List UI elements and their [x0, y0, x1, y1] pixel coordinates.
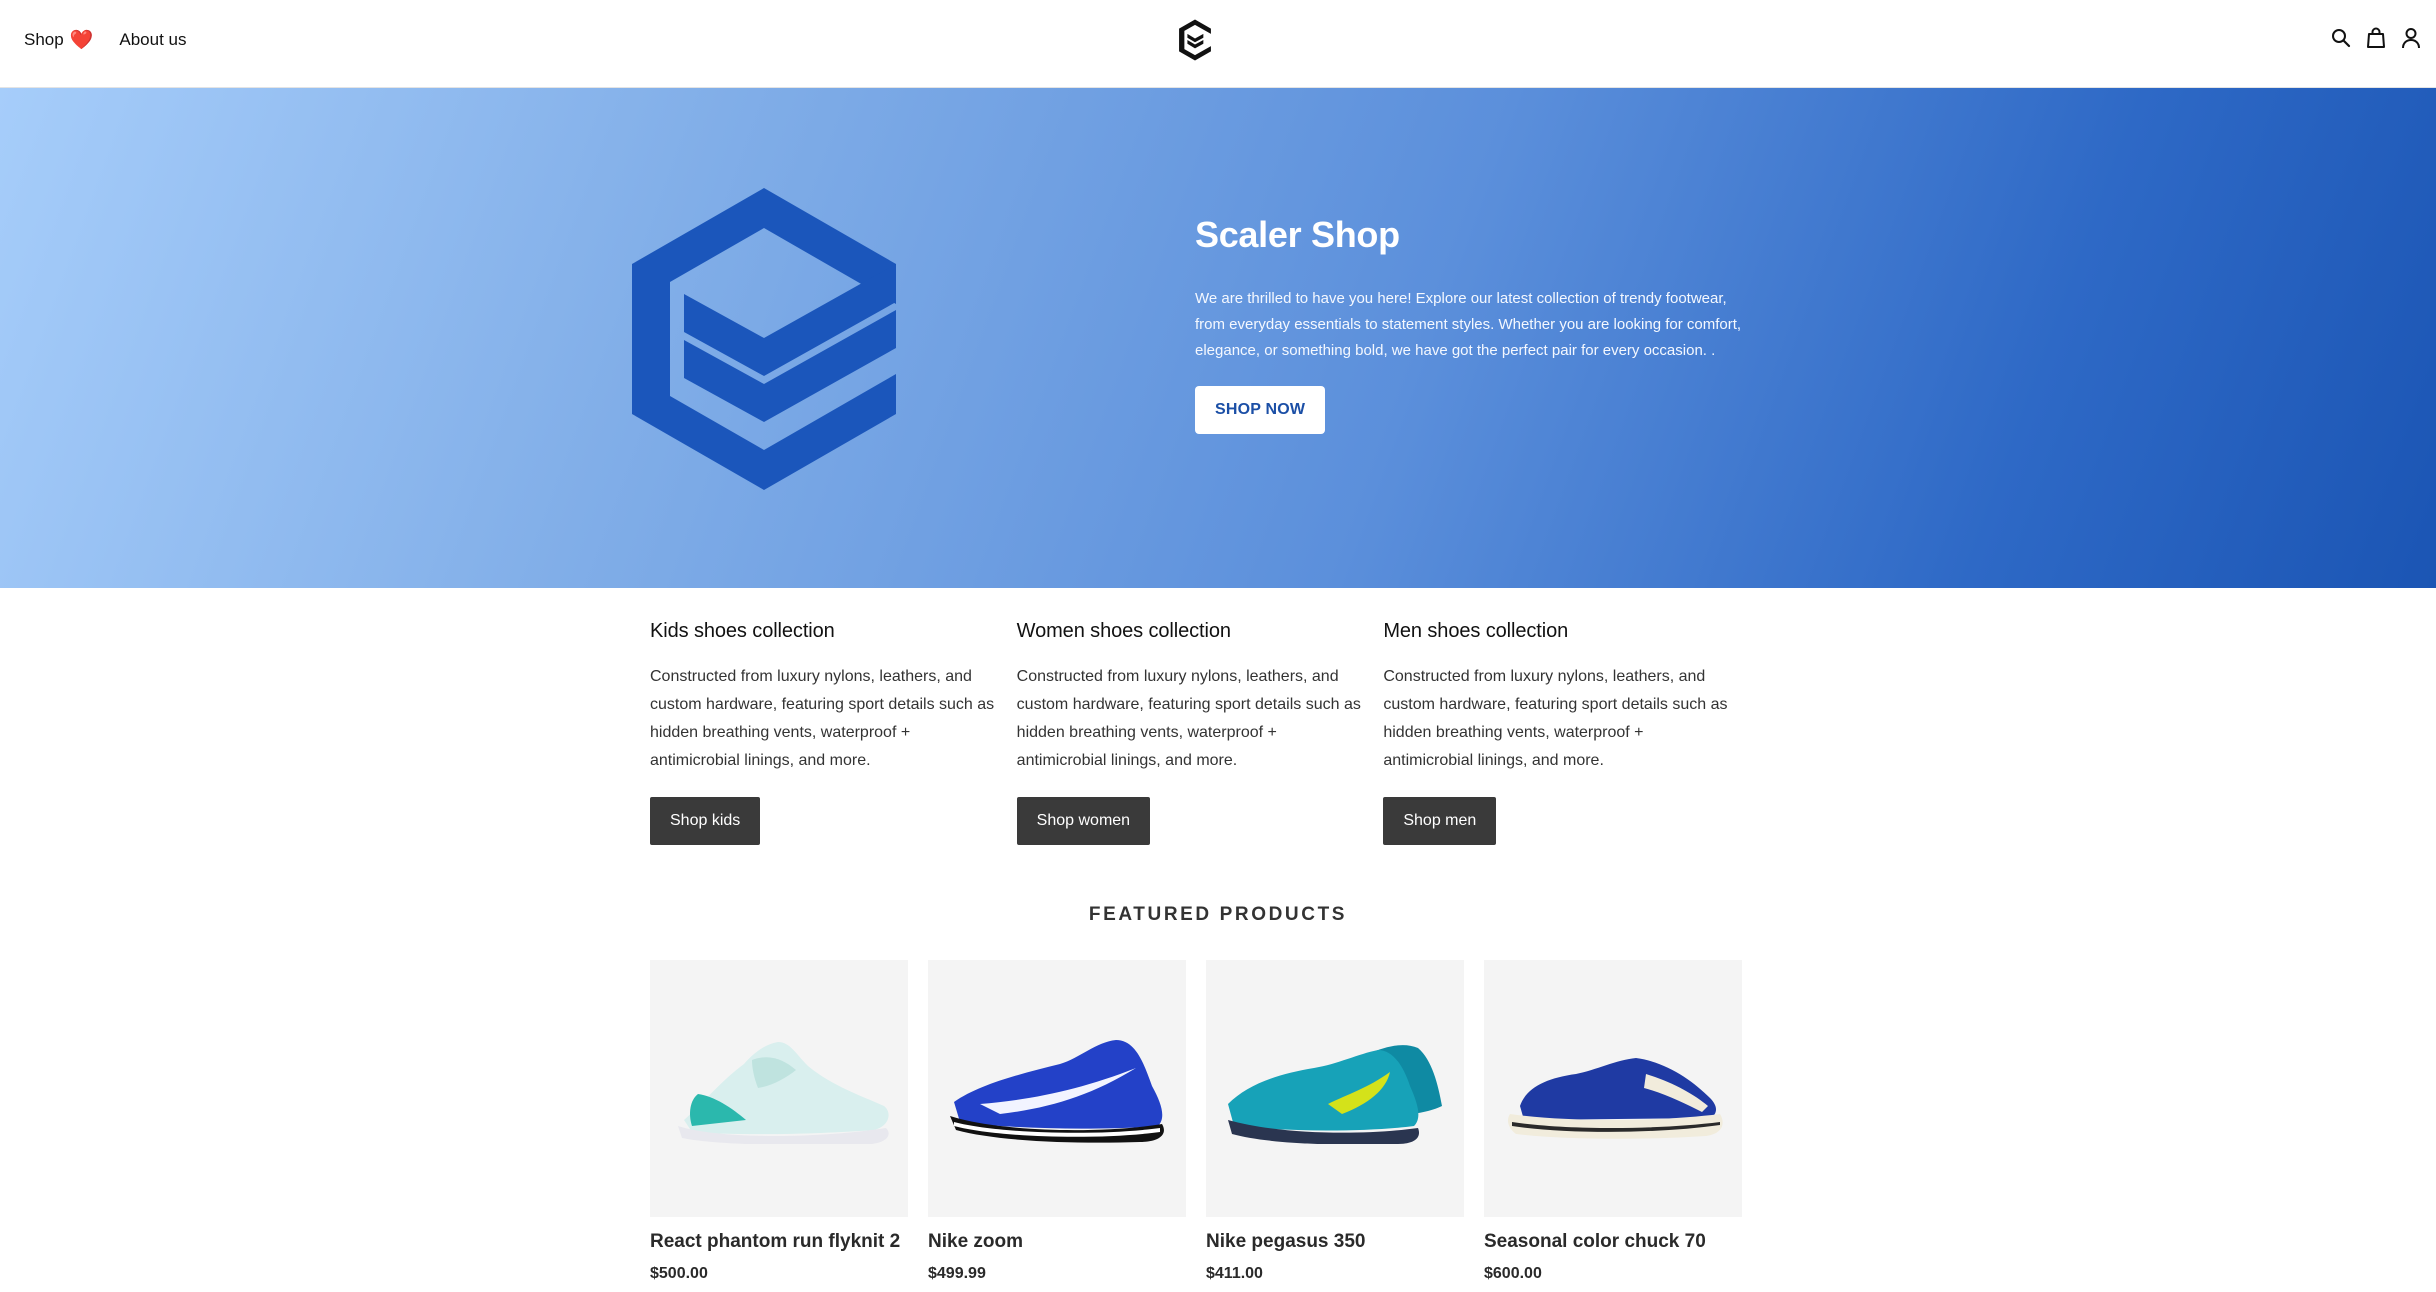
collection-title: Men shoes collection — [1383, 620, 1569, 642]
sneaker-image-icon — [678, 1041, 889, 1144]
heart-icon: ❤️ — [69, 29, 94, 51]
product-price: $411.00 — [1206, 1265, 1263, 1282]
shop-now-button[interactable]: SHOP NOW — [1195, 386, 1326, 434]
collection-title: Women shoes collection — [1016, 620, 1231, 642]
collection-title: Kids shoes collection — [650, 620, 835, 642]
product-name[interactable]: Nike zoom — [928, 1231, 1186, 1253]
product-card[interactable]: React phantom run flyknit 2 $500.00 — [650, 960, 908, 1283]
nav-about-link[interactable]: About us — [119, 30, 186, 50]
collection-women: Women shoes collection Constructed from … — [1016, 620, 1384, 845]
product-card[interactable]: Nike pegasus 350 $411.00 — [1206, 960, 1464, 1283]
product-image[interactable] — [1484, 960, 1742, 1217]
product-name[interactable]: React phantom run flyknit 2 — [650, 1231, 908, 1253]
product-name[interactable]: Nike pegasus 350 — [1206, 1231, 1464, 1253]
nav-shop-link[interactable]: Shop ❤️ — [24, 30, 93, 50]
collection-description: Constructed from luxury nylons, leathers… — [650, 668, 995, 769]
hero-title: Scaler Shop — [1195, 214, 1400, 255]
sneaker-image-icon — [1508, 1057, 1723, 1139]
collection-kids: Kids shoes collection Constructed from l… — [650, 620, 1017, 845]
product-price: $500.00 — [650, 1265, 708, 1282]
top-navigation: Shop ❤️ About us — [0, 0, 2436, 88]
sneaker-image-icon — [950, 1039, 1164, 1143]
nav-shop-label: Shop — [24, 30, 64, 49]
product-name[interactable]: Seasonal color chuck 70 — [1484, 1231, 1742, 1253]
product-price: $600.00 — [1484, 1265, 1542, 1282]
collection-men: Men shoes collection Constructed from lu… — [1383, 620, 1750, 845]
hero-content: Scaler Shop We are thrilled to have you … — [1195, 214, 1755, 434]
shop-women-button[interactable]: Shop women — [1016, 797, 1151, 845]
search-icon[interactable] — [2330, 26, 2352, 50]
collections-section: Kids shoes collection Constructed from l… — [650, 620, 1750, 845]
hero-description: We are thrilled to have you here! Explor… — [1195, 290, 1742, 359]
featured-products-grid: React phantom run flyknit 2 $500.00 Nike… — [650, 960, 1742, 1283]
collection-description: Constructed from luxury nylons, leathers… — [1383, 668, 1728, 769]
brand-hero-logo-icon — [632, 188, 896, 490]
user-icon[interactable] — [2400, 26, 2422, 50]
brand-logo-icon[interactable] — [1176, 18, 1214, 62]
collection-description: Constructed from luxury nylons, leathers… — [1016, 668, 1361, 769]
product-card[interactable]: Nike zoom $499.99 — [928, 960, 1186, 1283]
hero-banner: Scaler Shop We are thrilled to have you … — [0, 88, 2436, 588]
product-image[interactable] — [650, 960, 908, 1217]
product-image[interactable] — [928, 960, 1186, 1217]
nav-links: Shop ❤️ About us — [24, 0, 186, 80]
sneaker-image-icon — [1228, 1044, 1442, 1144]
shop-kids-button[interactable]: Shop kids — [650, 797, 761, 845]
featured-products-heading: FEATURED PRODUCTS — [1088, 904, 1348, 925]
nav-actions — [2330, 26, 2422, 50]
shop-men-button[interactable]: Shop men — [1383, 797, 1497, 845]
product-price: $499.99 — [928, 1265, 986, 1282]
product-card[interactable]: Seasonal color chuck 70 $600.00 — [1484, 960, 1742, 1283]
product-image[interactable] — [1206, 960, 1464, 1217]
cart-icon[interactable] — [2365, 26, 2387, 50]
